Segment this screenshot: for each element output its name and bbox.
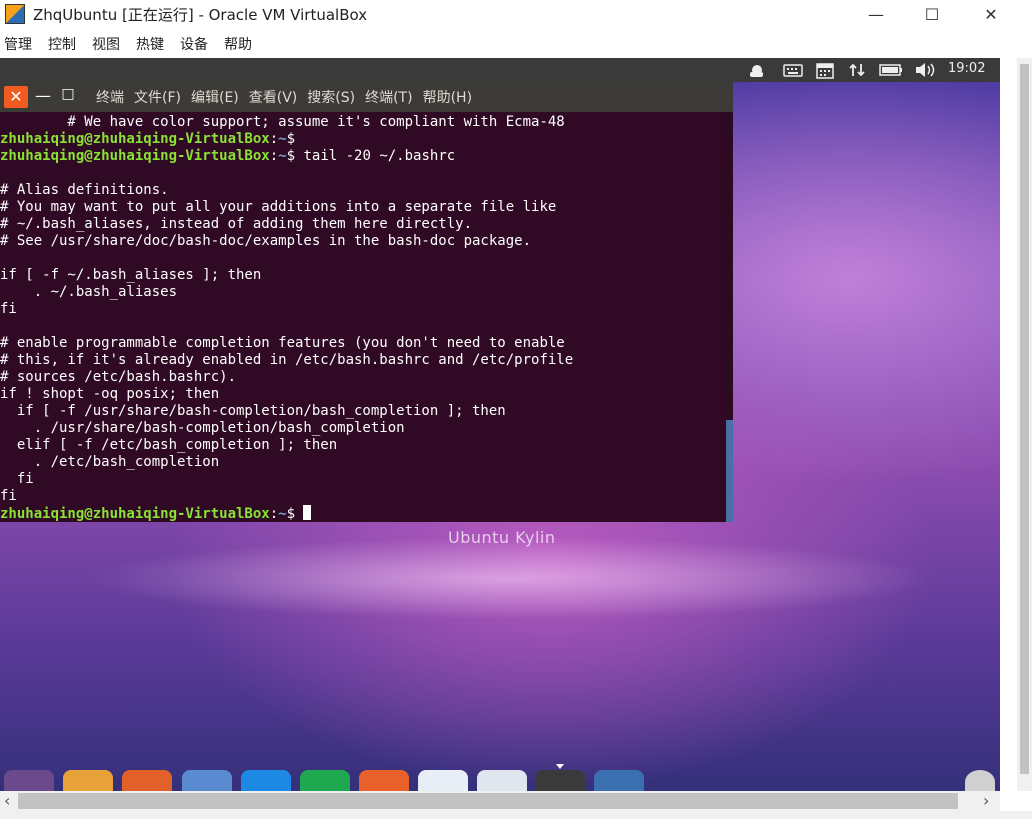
terminal-line: # See /usr/share/doc/bash-doc/examples i… (0, 233, 532, 249)
minimize-button[interactable]: — (853, 0, 899, 28)
horizontal-scroll-thumb[interactable] (18, 793, 958, 809)
window-title: ZhqUbuntu [正在运行] - Oracle VM VirtualBox (33, 5, 368, 24)
text-cursor (303, 505, 312, 520)
menu-help[interactable]: 帮助 (224, 34, 252, 54)
terminal-line: if [ -f /usr/share/bash-completion/bash_… (0, 403, 506, 419)
terminal-line: zhuhaiqing@zhuhaiqing-VirtualBox:~$ (0, 505, 726, 522)
wps-presentation-icon[interactable] (359, 770, 409, 791)
terminal-menubar: 终端 文件(F) 编辑(E) 查看(V) 搜索(S) 终端(T) 帮助(H) (96, 82, 482, 112)
terminal-close-button[interactable]: ✕ (4, 86, 28, 108)
prompt-dollar: $ (286, 506, 296, 522)
trash-icon[interactable] (965, 770, 995, 791)
terminal-menu-view[interactable]: 查看(V) (249, 87, 298, 107)
keyboard-icon[interactable] (782, 60, 804, 80)
terminal-line: # sources /etc/bash.bashrc). (0, 369, 237, 385)
terminal-line: # enable programmable completion feature… (0, 335, 565, 351)
battery-icon[interactable] (878, 60, 904, 80)
prompt-separator: : (269, 506, 279, 522)
prompt-dollar: $ (286, 148, 296, 164)
menu-view[interactable]: 视图 (92, 34, 120, 54)
terminal-line: . /etc/bash_completion (0, 454, 220, 470)
firefox-icon[interactable] (122, 770, 172, 791)
prompt-separator: : (269, 148, 279, 164)
wps-spreadsheet-icon[interactable] (300, 770, 350, 791)
menu-hotkeys[interactable]: 热键 (136, 34, 164, 54)
command-text (295, 506, 303, 522)
terminal-line: fi (0, 471, 34, 487)
clock[interactable]: 19:02 (948, 61, 985, 76)
terminal-line: . /usr/share/bash-completion/bash_comple… (0, 420, 405, 436)
prompt-path: ~ (278, 506, 287, 522)
terminal-menu-edit[interactable]: 编辑(E) (191, 87, 239, 107)
terminal-line: # this, if it's already enabled in /etc/… (0, 352, 574, 368)
terminal-menu-terminal[interactable]: 终端(T) (365, 87, 412, 107)
terminal-icon[interactable] (535, 770, 585, 791)
terminal-titlebar[interactable]: ✕ — □ 终端 文件(F) 编辑(E) 查看(V) 搜索(S) 终端(T) 帮… (0, 82, 733, 112)
wps-writer-icon[interactable] (241, 770, 291, 791)
terminal-line: # ~/.bash_aliases, instead of adding the… (0, 216, 473, 232)
menu-control[interactable]: 控制 (48, 34, 76, 54)
settings-icon[interactable] (477, 770, 527, 791)
prompt-path: ~ (278, 131, 287, 147)
terminal-line: # Alias definitions. (0, 182, 169, 198)
terminal-menu-search[interactable]: 搜索(S) (307, 87, 355, 107)
terminal-maximize-button[interactable]: □ (58, 86, 78, 106)
status-bar (0, 811, 1032, 819)
host-menubar: 管理 控制 视图 热键 设备 帮助 (0, 30, 1032, 58)
dash-home-icon[interactable] (4, 770, 54, 791)
workspace-switcher-icon[interactable] (594, 770, 644, 791)
software-center-icon[interactable] (418, 770, 468, 791)
terminal-menu-help[interactable]: 帮助(H) (423, 87, 472, 107)
terminal-menu-terminal-app[interactable]: 终端 (96, 87, 124, 107)
terminal-scroll-thumb[interactable] (726, 420, 733, 522)
calendar-icon[interactable] (815, 60, 835, 80)
prompt-user-host: zhuhaiqing@zhuhaiqing-VirtualBox (0, 148, 270, 164)
terminal-scrollbar[interactable] (726, 112, 733, 522)
close-button[interactable]: ✕ (968, 0, 1014, 28)
kylin-assistant-icon[interactable] (182, 770, 232, 791)
prompt-user-host: zhuhaiqing@zhuhaiqing-VirtualBox (0, 506, 270, 522)
scroll-right-arrow-icon[interactable]: › (983, 791, 989, 810)
menu-devices[interactable]: 设备 (180, 34, 208, 54)
terminal-output[interactable]: # We have color support; assume it's com… (0, 112, 726, 522)
prompt-path: ~ (278, 148, 287, 164)
terminal-line: zhuhaiqing@zhuhaiqing-VirtualBox:~$ (0, 131, 726, 148)
terminal-menu-file[interactable]: 文件(F) (134, 87, 181, 107)
host-titlebar: ZhqUbuntu [正在运行] - Oracle VM VirtualBox … (0, 0, 1032, 28)
menu-manage[interactable]: 管理 (4, 34, 32, 54)
prompt-separator: : (269, 131, 279, 147)
terminal-line: # You may want to put all your additions… (0, 199, 557, 215)
dock (0, 764, 1000, 791)
active-app-indicator (556, 764, 564, 769)
prompt-user-host: zhuhaiqing@zhuhaiqing-VirtualBox (0, 131, 270, 147)
ubuntu-kylin-watermark: Ubuntu Kylin (448, 528, 556, 547)
terminal-minimize-button[interactable]: — (33, 86, 53, 106)
terminal-line: . ~/.bash_aliases (0, 284, 178, 300)
guest-top-panel: 19:02 (0, 58, 1000, 82)
terminal-window[interactable]: ✕ — □ 终端 文件(F) 编辑(E) 查看(V) 搜索(S) 终端(T) 帮… (0, 82, 733, 522)
command-text: tail -20 ~/.bashrc (295, 148, 456, 164)
terminal-line: # We have color support; assume it's com… (0, 114, 565, 130)
prompt-dollar: $ (286, 131, 296, 147)
weather-icon[interactable] (746, 60, 766, 80)
scroll-left-arrow-icon[interactable]: ‹ (4, 791, 10, 810)
volume-icon[interactable] (913, 60, 937, 80)
guest-desktop[interactable]: 19:02 Ubuntu Kylin ✕ — □ 终端 文件(F) 编辑(E) … (0, 58, 1000, 791)
terminal-line: if [ -f ~/.bash_aliases ]; then (0, 267, 262, 283)
terminal-line: fi (0, 301, 17, 317)
network-icon[interactable] (848, 60, 866, 80)
terminal-line: elif [ -f /etc/bash_completion ]; then (0, 437, 338, 453)
maximize-button[interactable]: ☐ (909, 0, 955, 28)
files-folder-icon[interactable] (63, 770, 113, 791)
virtualbox-app-icon (5, 4, 25, 24)
window-gutter (1000, 58, 1017, 791)
terminal-line: fi (0, 488, 17, 504)
terminal-line: if ! shopt -oq posix; then (0, 386, 220, 402)
terminal-line: zhuhaiqing@zhuhaiqing-VirtualBox:~$ tail… (0, 148, 726, 165)
vertical-scroll-thumb[interactable] (1020, 64, 1029, 774)
